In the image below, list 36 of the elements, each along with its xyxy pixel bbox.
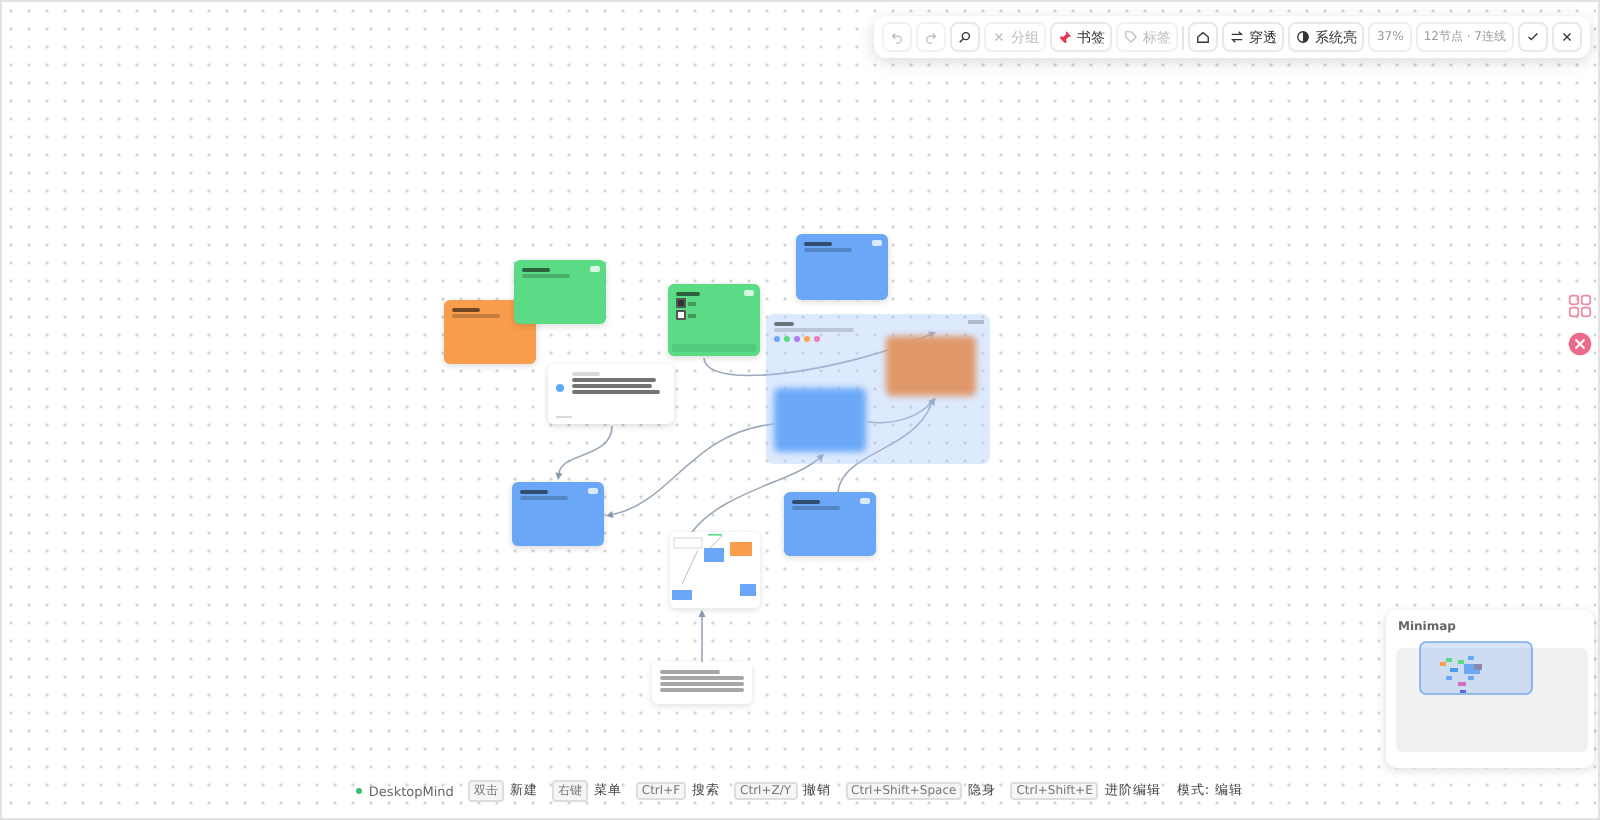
connector-arrow	[698, 610, 706, 663]
pin-icon	[1058, 30, 1073, 44]
tag-icon	[1124, 30, 1139, 44]
note-card[interactable]	[512, 482, 604, 546]
note-card[interactable]	[796, 234, 888, 300]
note-card[interactable]	[514, 260, 606, 324]
note-card[interactable]	[784, 492, 876, 556]
contrast-icon	[1296, 30, 1311, 44]
home-icon	[1196, 30, 1211, 44]
close-icon	[1560, 30, 1574, 44]
cross-icon	[992, 30, 1007, 44]
swap-icon	[1230, 30, 1245, 44]
text-card[interactable]	[652, 662, 752, 704]
color-swatch[interactable]	[814, 335, 820, 342]
todo-card[interactable]	[668, 284, 760, 356]
color-swatch[interactable]	[784, 335, 790, 342]
search-button[interactable]	[950, 22, 981, 52]
color-swatch[interactable]	[804, 335, 810, 342]
color-swatch[interactable]	[774, 335, 780, 342]
check-icon	[1526, 30, 1540, 44]
link-card[interactable]	[548, 364, 674, 424]
undo-icon	[890, 30, 905, 44]
color-swatch[interactable]	[794, 335, 800, 342]
task-checkbox[interactable]	[676, 310, 686, 321]
connector-arrow	[691, 454, 824, 533]
confirm-button[interactable]	[1518, 22, 1548, 52]
board-preview[interactable]	[670, 532, 760, 608]
redo-icon	[924, 30, 939, 44]
close-button[interactable]	[1552, 22, 1582, 52]
grid-icon[interactable]	[1568, 294, 1592, 318]
search-icon	[958, 30, 973, 44]
task-checkbox[interactable]	[676, 298, 686, 309]
status-dot-icon	[356, 788, 363, 794]
note-card[interactable]	[444, 300, 536, 364]
close-icon[interactable]	[1568, 332, 1592, 356]
home-button[interactable]	[1188, 22, 1219, 52]
